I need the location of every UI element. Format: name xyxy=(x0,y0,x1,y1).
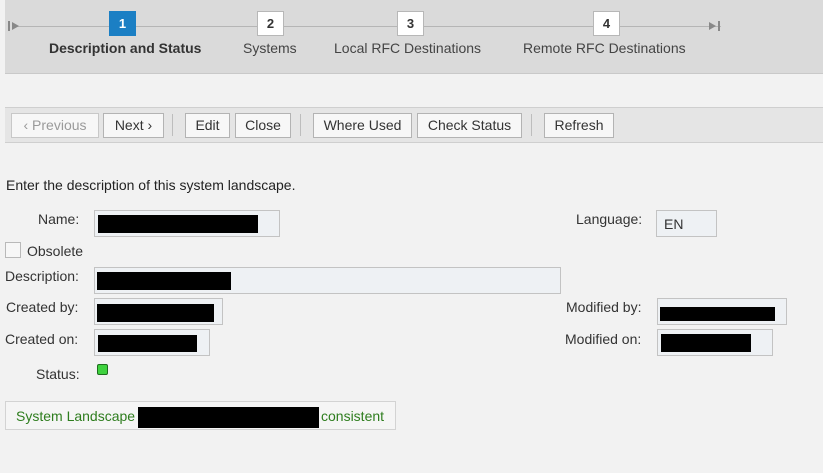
redacted-value xyxy=(98,335,197,352)
edit-button[interactable]: Edit xyxy=(185,113,230,138)
chevron-left-icon: ‹ xyxy=(23,117,29,133)
previous-label: Previous xyxy=(32,117,87,133)
description-label: Description: xyxy=(5,268,79,284)
step-number: 4 xyxy=(593,11,620,36)
previous-button[interactable]: ‹ Previous xyxy=(11,113,99,138)
redacted-value xyxy=(98,215,258,233)
redacted-value xyxy=(97,304,214,322)
where-used-button[interactable]: Where Used xyxy=(313,113,412,138)
modified-by-label: Modified by: xyxy=(566,299,642,315)
chevron-right-icon: › xyxy=(147,117,153,133)
step-label: Remote RFC Destinations xyxy=(523,40,686,56)
created-on-field[interactable] xyxy=(94,329,210,356)
obsolete-label: Obsolete xyxy=(27,243,84,259)
message-suffix: consistent xyxy=(321,408,385,424)
next-button[interactable]: Next › xyxy=(103,113,164,138)
created-by-label: Created by: xyxy=(6,299,79,315)
name-label: Name: xyxy=(38,211,80,227)
obsolete-checkbox[interactable] xyxy=(5,242,21,258)
roadmap: 1 Description and Status 2 Systems 3 Loc… xyxy=(5,0,823,74)
name-field[interactable] xyxy=(94,210,280,237)
next-label: Next xyxy=(114,117,144,133)
modified-by-field[interactable] xyxy=(657,298,787,325)
toolbar: ‹ Previous Next › Edit Close Where Used … xyxy=(5,107,823,143)
description-field[interactable] xyxy=(94,267,561,294)
toolbar-separator xyxy=(172,114,173,136)
refresh-button[interactable]: Refresh xyxy=(544,113,614,138)
check-status-button[interactable]: Check Status xyxy=(417,113,522,138)
step-number: 2 xyxy=(257,11,284,36)
status-message: System Landscape consistent xyxy=(5,401,396,430)
redacted-value xyxy=(660,307,775,321)
status-label: Status: xyxy=(36,366,80,382)
language-value: EN xyxy=(664,216,684,232)
language-field[interactable]: EN xyxy=(656,210,717,237)
toolbar-separator xyxy=(300,114,301,136)
step-label: Local RFC Destinations xyxy=(334,40,482,56)
step-number: 3 xyxy=(397,11,424,36)
modified-on-field[interactable] xyxy=(657,329,773,356)
intro-text: Enter the description of this system lan… xyxy=(6,177,296,193)
created-by-field[interactable] xyxy=(94,298,223,325)
redacted-value xyxy=(661,334,751,352)
close-button[interactable]: Close xyxy=(235,113,291,138)
modified-on-label: Modified on: xyxy=(565,331,642,347)
status-indicator-icon xyxy=(97,364,108,375)
language-label: Language: xyxy=(576,211,643,227)
redacted-value xyxy=(97,272,231,290)
step-label: Description and Status xyxy=(49,40,202,56)
toolbar-separator xyxy=(531,114,532,136)
roadmap-end-icon xyxy=(707,18,723,34)
redacted-value xyxy=(138,407,319,428)
created-on-label: Created on: xyxy=(5,331,79,347)
step-label: Systems xyxy=(243,40,297,56)
step-number: 1 xyxy=(109,11,136,36)
message-prefix: System Landscape xyxy=(16,408,136,424)
roadmap-start-icon xyxy=(7,18,21,34)
